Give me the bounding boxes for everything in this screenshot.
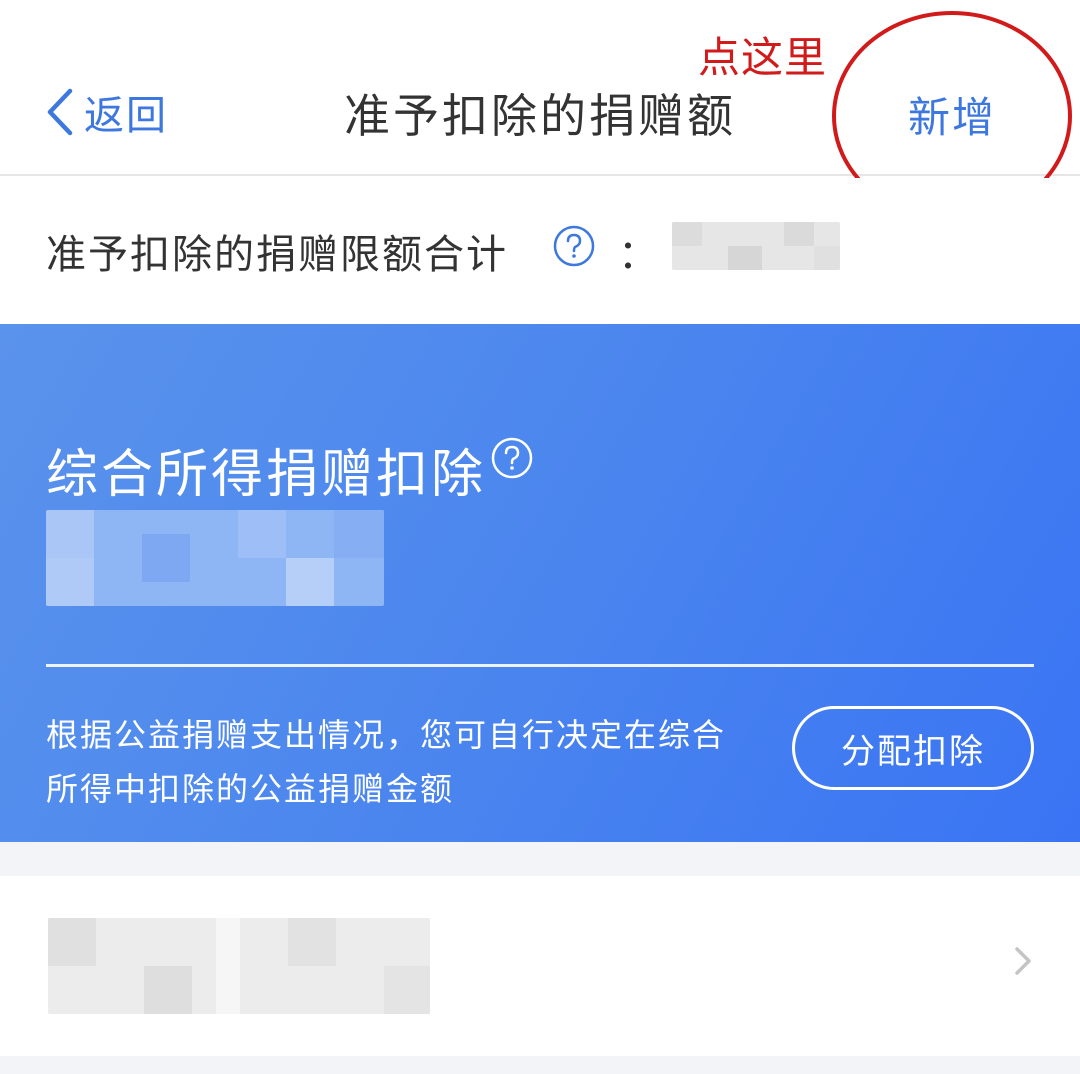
annotation-text: 点这里 [698, 33, 828, 82]
chevron-right-icon [1015, 947, 1031, 975]
add-button[interactable]: 新增 [908, 84, 996, 145]
allocate-deduction-button[interactable]: 分配扣除 [792, 706, 1034, 790]
help-circle-icon[interactable] [552, 224, 596, 268]
section-gap [0, 842, 1080, 876]
limit-colon: ： [618, 232, 658, 278]
bottom-gap [0, 1056, 1080, 1074]
card-description: 根据公益捐赠支出情况，您可自行决定在综合所得中扣除的公益捐赠金额 [46, 716, 727, 808]
limit-total-value-redacted [672, 222, 840, 270]
card-title: 综合所得捐赠扣除 [46, 445, 487, 505]
donation-record-redacted [48, 918, 430, 1014]
help-circle-icon[interactable] [490, 436, 534, 480]
card-divider [46, 664, 1034, 667]
card-amount-redacted [46, 510, 384, 606]
limit-total-label: 准予扣除的捐赠限额合计 [46, 232, 508, 278]
